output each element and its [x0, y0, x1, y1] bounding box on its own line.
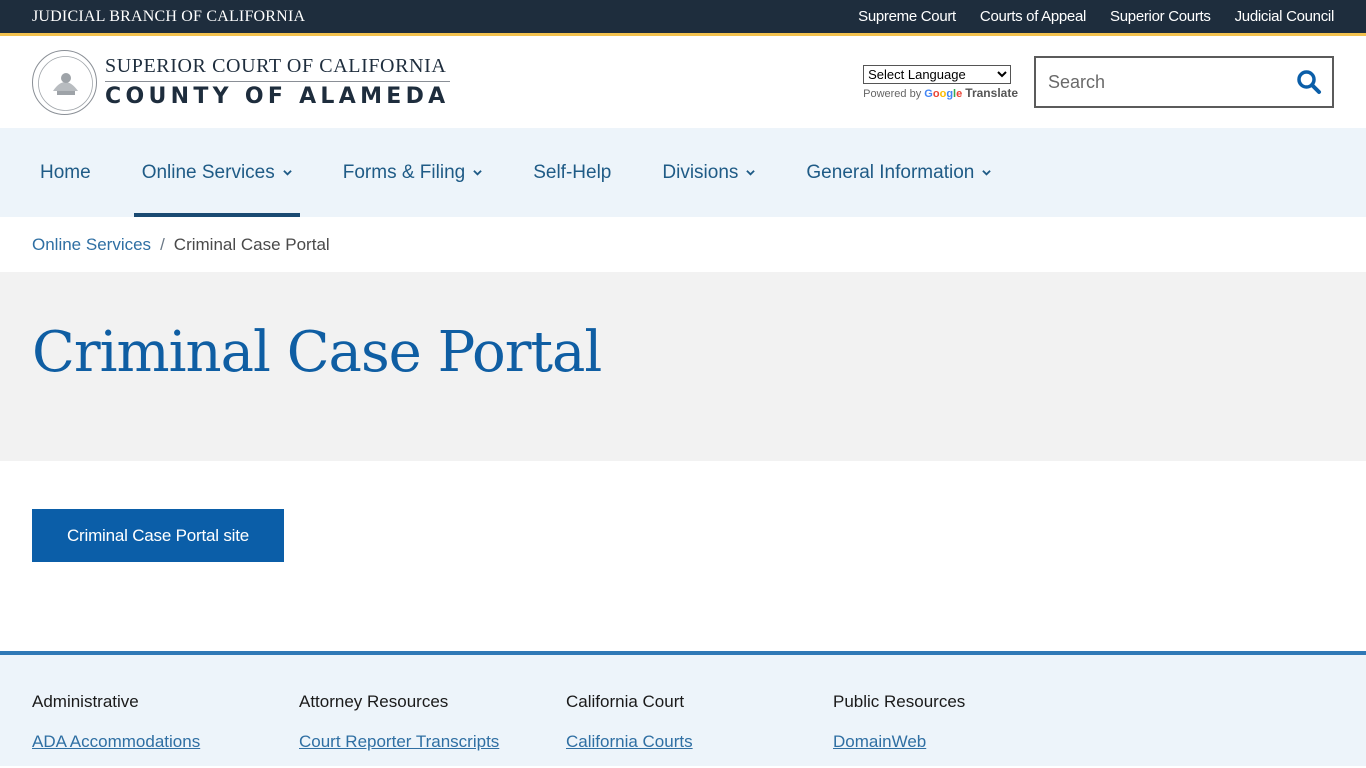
- judicial-branch-bar: JUDICIAL BRANCH OF CALIFORNIA Supreme Co…: [0, 0, 1366, 36]
- footer-column-administrative: Administrative ADA Accommodations: [32, 692, 299, 766]
- breadcrumb-online-services[interactable]: Online Services: [32, 235, 151, 255]
- page-title: Criminal Case Portal: [32, 320, 602, 385]
- footer-heading: Attorney Resources: [299, 692, 449, 711]
- chevron-down-icon: [283, 170, 292, 176]
- nav-item-general-information[interactable]: General Information: [798, 128, 999, 217]
- language-select[interactable]: Select Language: [863, 64, 1012, 84]
- powered-by-text: Powered by: [863, 87, 922, 100]
- search-input[interactable]: [1048, 71, 1278, 93]
- link-superior-courts[interactable]: Superior Courts: [1110, 8, 1211, 25]
- site-footer: Administrative ADA Accommodations Attorn…: [0, 651, 1366, 766]
- search-icon[interactable]: [1296, 69, 1322, 95]
- chevron-down-icon: [982, 170, 992, 176]
- google-translate-widget: Select Language Powered by Google Transl…: [863, 64, 1018, 100]
- logo-line-superior-court: SUPERIOR COURT OF CALIFORNIA: [105, 55, 450, 82]
- court-logo[interactable]: SUPERIOR COURT OF CALIFORNIA COUNTY OF A…: [32, 49, 450, 115]
- chevron-down-icon: [746, 170, 756, 176]
- chevron-down-icon: [473, 170, 482, 176]
- nav-item-self-help[interactable]: Self-Help: [525, 128, 619, 217]
- nav-label: Forms & Filing: [342, 161, 466, 183]
- branch-links: Supreme Court Courts of Appeal Superior …: [858, 8, 1334, 25]
- nav-label: Self-Help: [533, 161, 612, 183]
- site-header: SUPERIOR COURT OF CALIFORNIA COUNTY OF A…: [0, 36, 1366, 128]
- nav-item-online-services[interactable]: Online Services: [133, 128, 300, 217]
- breadcrumb-separator: /: [160, 234, 165, 254]
- page-hero: Criminal Case Portal: [0, 272, 1366, 461]
- footer-column-public-resources: Public Resources DomainWeb: [833, 692, 1100, 766]
- link-courts-of-appeal[interactable]: Courts of Appeal: [980, 8, 1086, 25]
- nav-item-forms-filing[interactable]: Forms & Filing: [335, 128, 490, 217]
- footer-heading: Public Resources: [833, 692, 966, 711]
- powered-by-google: Powered by Google Translate: [863, 86, 1018, 100]
- logo-text: SUPERIOR COURT OF CALIFORNIA COUNTY OF A…: [105, 55, 450, 109]
- link-supreme-court[interactable]: Supreme Court: [858, 8, 956, 25]
- footer-column-attorney-resources: Attorney Resources Court Reporter Transc…: [299, 692, 566, 766]
- breadcrumb-current: Criminal Case Portal: [173, 234, 330, 254]
- court-seal-icon: [32, 49, 97, 115]
- nav-item-divisions[interactable]: Divisions: [654, 128, 763, 217]
- nav-label: Divisions: [662, 161, 739, 183]
- nav-label: Online Services: [141, 161, 275, 183]
- logo-line-county: COUNTY OF ALAMEDA: [105, 84, 450, 109]
- main-content: Criminal Case Portal site: [0, 461, 1366, 651]
- footer-heading: California Court: [566, 692, 685, 711]
- nav-label: General Information: [806, 161, 975, 183]
- main-nav: Home Online Services Forms & Filing Self…: [0, 128, 1366, 217]
- link-judicial-council[interactable]: Judicial Council: [1235, 8, 1335, 25]
- criminal-case-portal-site-button[interactable]: Criminal Case Portal site: [32, 509, 284, 562]
- footer-link-domainweb[interactable]: DomainWeb: [833, 732, 926, 751]
- search-box: [1034, 56, 1334, 108]
- footer-link-court-reporter-transcripts[interactable]: Court Reporter Transcripts: [299, 732, 499, 751]
- footer-link-ada-accommodations[interactable]: ADA Accommodations: [32, 732, 200, 751]
- translate-link[interactable]: Translate: [965, 86, 1018, 100]
- footer-heading: Administrative: [32, 692, 139, 711]
- header-tools: Select Language Powered by Google Transl…: [863, 56, 1334, 108]
- google-logo: Google: [924, 87, 963, 100]
- footer-link-california-courts[interactable]: California Courts: [566, 732, 693, 751]
- footer-column-california-court: California Court California Courts: [566, 692, 833, 766]
- nav-label: Home: [40, 161, 91, 183]
- nav-item-home[interactable]: Home: [32, 128, 99, 217]
- judicial-branch-title[interactable]: JUDICIAL BRANCH OF CALIFORNIA: [32, 8, 305, 26]
- breadcrumb: Online Services / Criminal Case Portal: [0, 217, 1366, 272]
